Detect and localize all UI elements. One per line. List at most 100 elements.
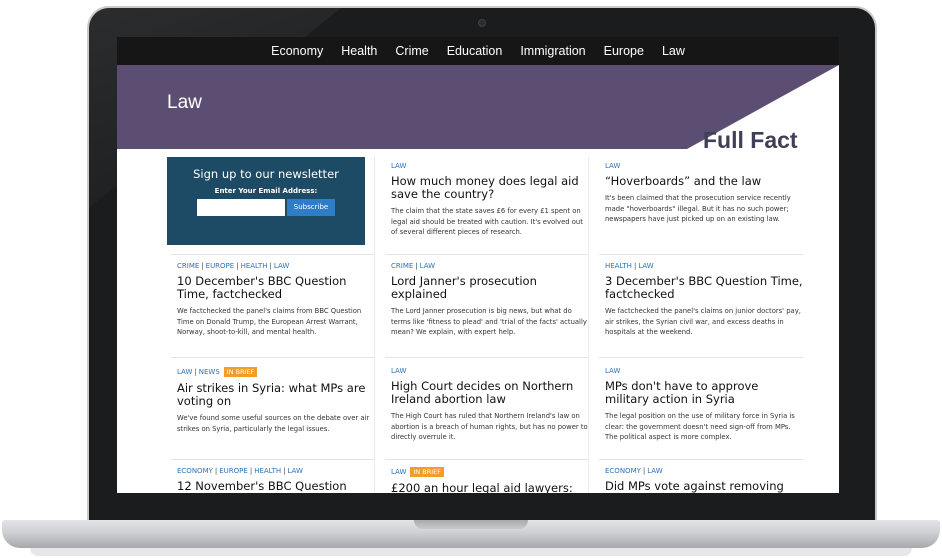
article-card[interactable]: LAW MPs don't have to approve military ac…	[605, 367, 803, 443]
laptop-shadow	[30, 548, 912, 556]
article-tags: ECONOMY | LAW	[605, 467, 803, 475]
article-tag-link[interactable]: LAW	[177, 368, 192, 376]
article-tag-link[interactable]: EUROPE	[206, 262, 235, 270]
article-tag-link[interactable]: NEWS	[199, 368, 220, 376]
card-divider	[385, 254, 589, 255]
article-card[interactable]: LAW | NEWS IN BRIEF Air strikes in Syria: wh…	[177, 367, 375, 434]
article-tag-link[interactable]: CRIME	[391, 262, 413, 270]
nav-item-crime[interactable]: Crime	[395, 44, 428, 58]
page-title: Law	[167, 92, 202, 113]
card-divider	[171, 254, 375, 255]
card-divider	[599, 357, 803, 358]
nav-item-health[interactable]: Health	[341, 44, 377, 58]
top-nav: Economy Health Crime Education Immigrati…	[117, 37, 839, 65]
newsletter-title: Sign up to our newsletter	[193, 167, 339, 181]
column-divider	[588, 157, 589, 493]
nav-item-immigration[interactable]: Immigration	[520, 44, 585, 58]
article-tag-link[interactable]: LAW	[638, 262, 653, 270]
tag-separator: |	[236, 262, 239, 270]
article-tag-link[interactable]: LAW	[420, 262, 435, 270]
article-tag-link[interactable]: LAW	[605, 162, 620, 170]
article-summary: It's been claimed that the prosecution s…	[605, 194, 791, 223]
article-tags: LAW | NEWS IN BRIEF	[177, 367, 375, 377]
article-card[interactable]: HEALTH | LAW 3 December's BBC Question Time…	[605, 262, 803, 338]
article-summary: We factchecked the panel's claims from B…	[177, 307, 362, 336]
article-card[interactable]: LAW How much money does legal aid save th…	[391, 162, 589, 238]
article-title[interactable]: “Hoverboards” and the law	[605, 175, 803, 188]
article-title[interactable]: 12 November's BBC Question Time	[177, 480, 375, 494]
nav-item-law[interactable]: Law	[662, 44, 685, 58]
article-tags: LAW	[391, 367, 589, 375]
article-tag-link[interactable]: EUROPE	[219, 467, 248, 475]
tag-separator: |	[214, 467, 218, 475]
article-tag-link[interactable]: LAW	[288, 467, 303, 475]
article-tag-link[interactable]: HEALTH	[605, 262, 632, 270]
card-divider	[599, 254, 803, 255]
article-tags: CRIME | LAW	[391, 262, 589, 270]
article-title[interactable]: High Court decides on Northern Ireland a…	[391, 380, 589, 406]
article-tag-link[interactable]: CRIME	[177, 262, 199, 270]
article-tag-link[interactable]: ECONOMY	[177, 467, 213, 475]
tag-separator: |	[249, 467, 253, 475]
tag-separator: |	[642, 467, 646, 475]
card-divider	[385, 357, 589, 358]
article-tags: HEALTH | LAW	[605, 262, 803, 270]
article-tags: LAW	[605, 367, 803, 375]
article-summary: The claim that the state saves £6 for ev…	[391, 207, 583, 236]
laptop-base-notch	[414, 520, 528, 529]
article-tag-link[interactable]: LAW	[647, 467, 662, 475]
article-card[interactable]: CRIME | EUROPE | HEALTH | LAW 10 December's BBC…	[177, 262, 375, 338]
tag-separator: |	[194, 368, 197, 376]
tag-separator: |	[201, 262, 204, 270]
column-divider	[374, 157, 375, 493]
article-card[interactable]: LAW “Hoverboards” and the law It's been cl…	[605, 162, 803, 225]
article-tags: LAW	[605, 162, 803, 170]
article-summary: We've found some useful sources on the d…	[177, 414, 370, 433]
article-tag-link[interactable]: LAW	[391, 367, 406, 375]
tag-separator: |	[283, 467, 286, 475]
laptop-screen: Economy Health Crime Education Immigrati…	[117, 37, 839, 493]
article-title[interactable]: 3 December's BBC Question Time, factchec…	[605, 275, 803, 301]
webcam-icon	[478, 19, 486, 27]
email-field[interactable]	[197, 199, 285, 216]
article-title[interactable]: Did MPs vote against removing the	[605, 480, 803, 494]
article-title[interactable]: £200 an hour legal aid lawyers: an	[391, 482, 589, 494]
nav-item-economy[interactable]: Economy	[271, 44, 323, 58]
card-divider	[171, 459, 375, 460]
article-card[interactable]: ECONOMY | EUROPE | HEALTH | LAW 12 November's B…	[177, 467, 375, 493]
article-title[interactable]: How much money does legal aid save the c…	[391, 175, 589, 201]
article-tags: LAW	[391, 162, 589, 170]
article-title[interactable]: Lord Janner's prosecution explained	[391, 275, 589, 301]
article-tag-link[interactable]: LAW	[274, 262, 289, 270]
article-summary: The legal position on the use of militar…	[605, 412, 795, 441]
newsletter-signup: Sign up to our newsletter Enter Your Ema…	[167, 157, 365, 245]
brand-logo-text[interactable]: Full Fact	[703, 127, 798, 154]
article-card[interactable]: LAW High Court decides on Northern Irelan…	[391, 367, 589, 443]
article-card[interactable]: CRIME | LAW Lord Janner's prosecution expla…	[391, 262, 589, 338]
article-tags: CRIME | EUROPE | HEALTH | LAW	[177, 262, 375, 270]
subscribe-button[interactable]: Subscribe	[287, 199, 335, 216]
article-title[interactable]: MPs don't have to approve military actio…	[605, 380, 803, 406]
nav-item-education[interactable]: Education	[447, 44, 503, 58]
article-tag-link[interactable]: LAW	[605, 367, 620, 375]
article-summary: The High Court has ruled that Northern I…	[391, 412, 588, 441]
article-card[interactable]: LAW IN BRIEF £200 an hour legal aid lawyer…	[391, 467, 589, 493]
article-tag-link[interactable]: HEALTH	[241, 262, 268, 270]
nav-item-europe[interactable]: Europe	[604, 44, 644, 58]
in-brief-badge: IN BRIEF	[410, 467, 444, 477]
article-title[interactable]: Air strikes in Syria: what MPs are votin…	[177, 382, 375, 408]
tag-separator: |	[415, 262, 418, 270]
article-tag-link[interactable]: LAW	[391, 468, 406, 476]
page-banner: Law Full Fact	[117, 65, 839, 153]
article-card[interactable]: ECONOMY | LAW Did MPs vote against removing…	[605, 467, 803, 493]
article-tag-link[interactable]: LAW	[391, 162, 406, 170]
card-divider	[385, 459, 589, 460]
article-tag-link[interactable]: ECONOMY	[605, 467, 641, 475]
article-tags: LAW IN BRIEF	[391, 467, 589, 477]
in-brief-badge: IN BRIEF	[223, 367, 258, 377]
email-label: Enter Your Email Address:	[214, 187, 318, 195]
card-divider	[599, 459, 803, 460]
article-title[interactable]: 10 December's BBC Question Time, factche…	[177, 275, 375, 301]
tag-separator: |	[269, 262, 272, 270]
article-tag-link[interactable]: HEALTH	[254, 467, 281, 475]
